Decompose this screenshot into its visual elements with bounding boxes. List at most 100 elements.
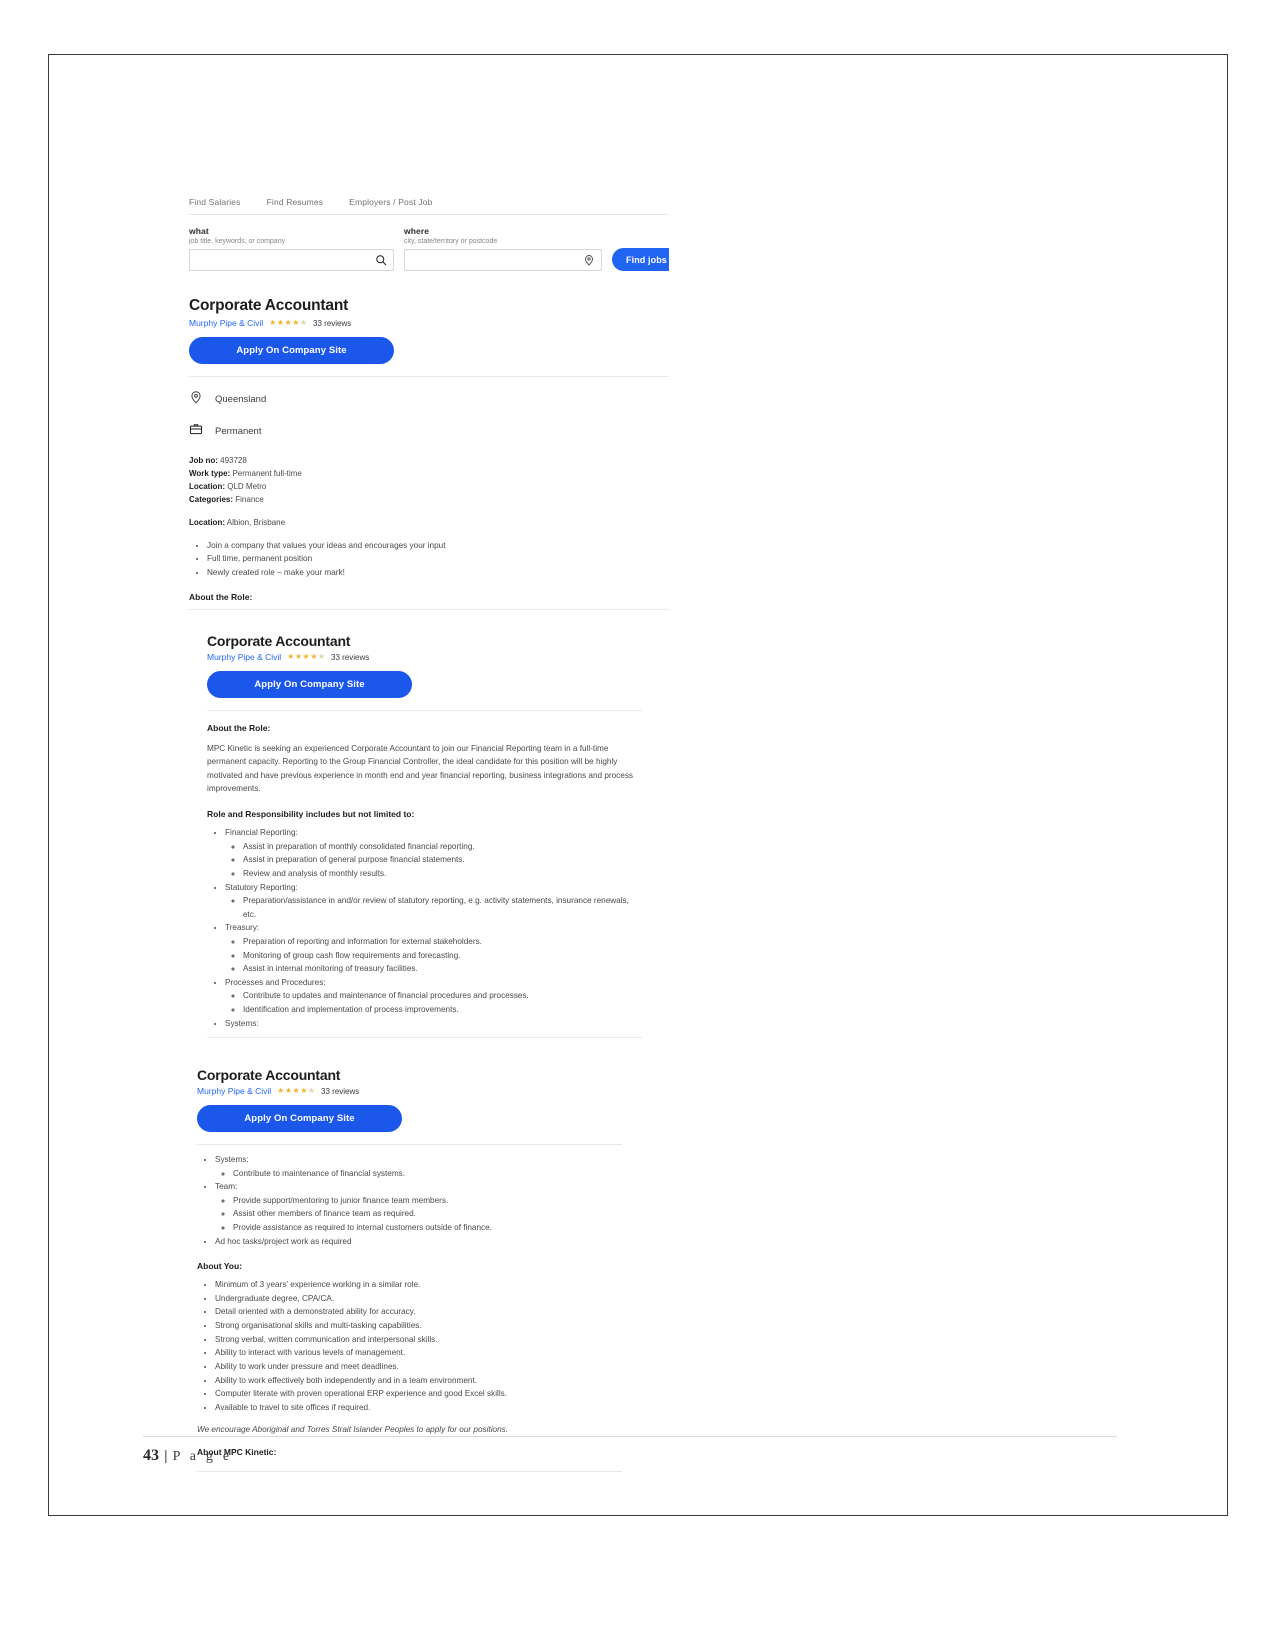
cut-off-heading: About the Role:: [189, 591, 253, 602]
nav-item-find-salaries[interactable]: Find Salaries: [189, 197, 241, 207]
map-pin-icon: [189, 390, 203, 409]
group-label: Systems:: [225, 1018, 259, 1028]
map-pin-icon: [583, 254, 595, 266]
what-field-group: what job title, keywords, or company: [189, 226, 394, 271]
star-2: ★: [294, 652, 303, 661]
star-rating: ★ ★ ★ ★ ★: [287, 653, 325, 661]
nav-item-employers-post-job[interactable]: Employers / Post Job: [349, 197, 432, 207]
list-item: Systems: Contribute to maintenance of fi…: [215, 1153, 622, 1180]
location-input-wrapper[interactable]: [404, 249, 602, 271]
job-details-block: Job no: 493728 Work type: Permanent full…: [189, 455, 669, 507]
document-page: Find Salaries Find Resumes Employers / P…: [48, 54, 1228, 1516]
footer-separator: |: [164, 1447, 168, 1463]
list-item: Contribute to updates and maintenance of…: [243, 989, 642, 1003]
list-item: Ad hoc tasks/project work as required: [215, 1235, 622, 1249]
star-rating: ★ ★ ★ ★ ★: [269, 319, 307, 327]
search-input[interactable]: [190, 250, 393, 270]
list-item: Assist other members of finance team as …: [233, 1207, 622, 1221]
star-2: ★: [284, 1086, 293, 1095]
star-2: ★: [276, 318, 285, 327]
job-type-row: Permanent: [189, 422, 669, 441]
about-you-heading: About You:: [197, 1261, 243, 1272]
list-item: Assist in preparation of monthly consoli…: [243, 840, 642, 854]
group-label: Team:: [215, 1182, 238, 1192]
star-4: ★: [310, 652, 318, 661]
company-rating-row: Murphy Pipe & Civil ★ ★ ★ ★ ★ 33 reviews: [207, 652, 642, 662]
group-label: Treasury:: [225, 923, 260, 933]
list-item: Contribute to maintenance of financial s…: [233, 1167, 622, 1181]
footer-page-word: P a g e: [172, 1449, 233, 1464]
nav-item-find-resumes[interactable]: Find Resumes: [267, 197, 324, 207]
detail-value: Permanent full-time: [232, 468, 302, 478]
where-field-group: where city, state/territory or postcode: [404, 226, 602, 271]
divider: [207, 710, 642, 711]
screenshot-clip-edge: [197, 1471, 622, 1472]
job-listing-screenshot-3: Corporate Accountant Murphy Pipe & Civil…: [197, 1067, 622, 1472]
list-item: Provide support/mentoring to junior fina…: [233, 1194, 622, 1208]
apply-button[interactable]: Apply On Company Site: [189, 337, 394, 364]
page-number: 43: [143, 1447, 159, 1464]
review-count: 33 reviews: [321, 1086, 360, 1096]
detail-value: QLD Metro: [227, 481, 267, 491]
about-company-heading: About MPC Kinetic:: [197, 1447, 277, 1458]
star-4: ★: [300, 1086, 308, 1095]
page-title: Corporate Accountant: [207, 633, 351, 649]
job-listing-screenshot-2: Corporate Accountant Murphy Pipe & Civil…: [207, 633, 642, 1038]
star-1: ★: [277, 1086, 285, 1095]
list-item: Financial Reporting: Assist in preparati…: [225, 826, 642, 880]
list-item: Newly created role – make your mark!: [207, 566, 669, 580]
list-item: Identification and implementation of pro…: [243, 1003, 642, 1017]
footer-divider: [143, 1436, 1117, 1437]
sub-list: Preparation/assistance in and/or review …: [243, 894, 642, 921]
location-input[interactable]: [405, 250, 601, 270]
star-rating: ★ ★ ★ ★ ★: [277, 1087, 315, 1095]
responsibility-list-continued: Systems: Contribute to maintenance of fi…: [215, 1153, 622, 1248]
sub-list: Preparation of reporting and information…: [243, 935, 642, 976]
company-rating-row: Murphy Pipe & Civil ★ ★ ★ ★ ★ 33 reviews: [197, 1086, 622, 1096]
search-input-wrapper[interactable]: [189, 249, 394, 271]
location-value: Albion, Brisbane: [226, 517, 286, 527]
company-link[interactable]: Murphy Pipe & Civil: [207, 652, 281, 662]
about-role-body: MPC Kinetic is seeking an experienced Co…: [207, 744, 634, 793]
apply-button[interactable]: Apply On Company Site: [207, 671, 412, 698]
detail-row: Work type: Permanent full-time: [189, 468, 669, 481]
find-jobs-button[interactable]: Find jobs: [612, 248, 669, 271]
list-item: Treasury: Preparation of reporting and i…: [225, 921, 642, 975]
list-item: Assist in preparation of general purpose…: [243, 853, 642, 867]
page-title: Corporate Accountant: [189, 297, 349, 314]
list-item: Join a company that values your ideas an…: [207, 539, 669, 553]
job-highlights-list: Join a company that values your ideas an…: [207, 539, 669, 580]
company-link[interactable]: Murphy Pipe & Civil: [189, 318, 263, 328]
detail-label: Location:: [189, 481, 225, 491]
apply-button[interactable]: Apply On Company Site: [197, 1105, 402, 1132]
list-item: Strong organisational skills and multi-t…: [215, 1319, 622, 1333]
detail-label: Work type:: [189, 468, 231, 478]
detail-value: Finance: [235, 494, 264, 504]
detail-label: Categories:: [189, 494, 234, 504]
list-item: Ability to work under pressure and meet …: [215, 1360, 622, 1374]
detail-value: 493728: [220, 456, 247, 465]
divider: [189, 376, 669, 377]
list-item: Ability to interact with various levels …: [215, 1346, 622, 1360]
company-rating-row: Murphy Pipe & Civil ★ ★ ★ ★ ★ 33 reviews: [189, 318, 669, 328]
review-count: 33 reviews: [313, 318, 352, 328]
job-location-text: Queensland: [215, 394, 267, 405]
star-4: ★: [292, 318, 300, 327]
location-label: Location:: [189, 517, 225, 527]
group-label: Systems:: [215, 1155, 249, 1164]
screenshot-clip-edge: [189, 609, 669, 610]
star-1: ★: [287, 652, 295, 661]
list-item: Full time, permanent position: [207, 552, 669, 566]
list-item: Preparation of reporting and information…: [243, 935, 642, 949]
encouragement-note: We encourage Aboriginal and Torres Strai…: [197, 1425, 508, 1435]
company-link[interactable]: Murphy Pipe & Civil: [197, 1086, 271, 1096]
list-item: Monitoring of group cash flow requiremen…: [243, 949, 642, 963]
list-item: Undergraduate degree, CPA/CA.: [215, 1292, 622, 1306]
search-icon: [375, 254, 387, 266]
briefcase-icon: [189, 422, 203, 441]
star-5: ★: [299, 318, 308, 327]
what-hint: job title, keywords, or company: [189, 238, 286, 245]
list-item: Ability to work effectively both indepen…: [215, 1374, 622, 1388]
list-item: Available to travel to site offices if r…: [215, 1401, 622, 1415]
star-5: ★: [317, 652, 326, 661]
